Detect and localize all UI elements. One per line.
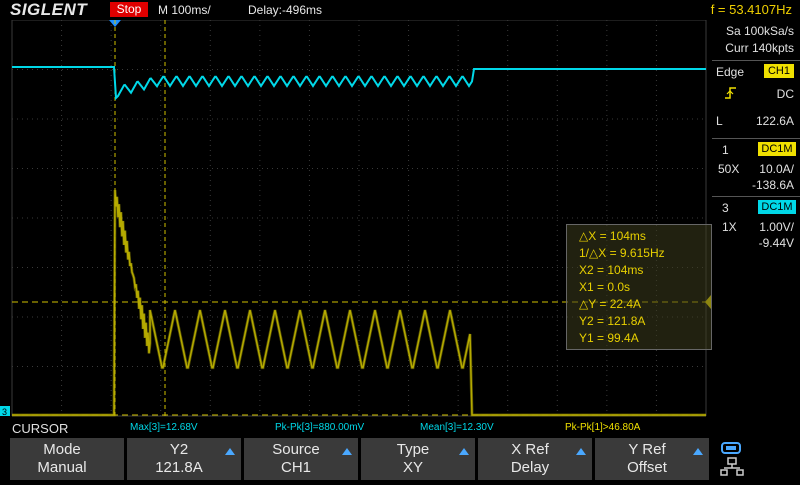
waveform-display[interactable]: 3 (0, 20, 712, 418)
softkey-y-ref[interactable]: Y Ref Offset (595, 438, 712, 480)
adjust-arrow-icon (342, 448, 352, 455)
channel-3-marker-label: 3 (2, 407, 7, 417)
status-icons (716, 440, 796, 480)
brand-logo: SIGLENT (10, 0, 88, 19)
softkey-y2-value: 121.8A (155, 459, 203, 476)
trigger-level: 122.6A (755, 114, 794, 128)
right-info-panel: Sa 100kSa/s Curr 140kpts Edge CH1 DC L 1… (712, 20, 800, 420)
softkey-y-ref-title: Y Ref (628, 441, 666, 458)
adjust-arrow-icon (459, 448, 469, 455)
softkey-type[interactable]: Type XY (361, 438, 478, 480)
softkey-mode-title: Mode (43, 441, 81, 458)
measurement-max-ch3: Max[3]=12.68V (130, 422, 198, 433)
cursor-delta-x: △X = 104ms (579, 229, 646, 243)
rising-edge-icon (725, 87, 736, 99)
channel-3-coupling-badge: DC1M (758, 200, 796, 214)
softkey-mode-value: Manual (37, 459, 87, 476)
channel-1-offset: -138.6A (751, 178, 794, 192)
sample-rate: Sa 100kSa/s (725, 24, 794, 38)
softkey-menu: Mode Manual Y2 121.8A Source CH1 Type XY… (10, 438, 712, 480)
cursor-delta-y: △Y = 22.4A (579, 297, 642, 311)
softkey-source-title: Source (272, 441, 320, 458)
softkey-y2-title: Y2 (169, 441, 189, 458)
adjust-arrow-icon (576, 448, 586, 455)
delay-readout: Delay:-496ms (248, 3, 323, 17)
softkey-x-ref-title: X Ref (511, 441, 549, 458)
trigger-level-label: L (716, 114, 723, 128)
top-status-bar: SIGLENT Stop M 100ms/ Delay:-496ms f = 5… (0, 0, 800, 20)
cursor-readout-panel: △X = 104ms 1/△X = 9.615Hz X2 = 104ms X1 … (566, 224, 712, 350)
trigger-source-badge: CH1 (764, 64, 794, 78)
measurement-bar: Max[3]=12.68V Pk-Pk[3]=880.00mV Mean[3]=… (0, 420, 712, 436)
softkey-x-ref[interactable]: X Ref Delay (478, 438, 595, 480)
softkey-source[interactable]: Source CH1 (244, 438, 361, 480)
memory-depth: Curr 140kpts (725, 41, 794, 55)
channel-1-number: 1 (722, 143, 729, 157)
softkey-y-ref-value: Offset (627, 459, 667, 476)
softkey-y2[interactable]: Y2 121.8A (127, 438, 244, 480)
cursor-x1-value: X1 = 0.0s (579, 280, 631, 294)
measurement-pkpk-ch3: Pk-Pk[3]=880.00mV (275, 422, 365, 433)
run-stop-indicator[interactable]: Stop (110, 2, 148, 17)
usb-device-icon (721, 442, 741, 454)
measurement-pkpk-ch1: Pk-Pk[1]>46.80A (565, 422, 641, 433)
channel-3-number: 3 (722, 201, 729, 215)
softkey-source-value: CH1 (280, 459, 311, 476)
channel-3-probe: 1X (722, 220, 737, 234)
channel-3-trace (12, 66, 706, 101)
adjust-arrow-icon (225, 448, 235, 455)
network-lan-icon (720, 457, 744, 476)
channel-1-probe: 50X (718, 162, 740, 176)
cursor-x2-value: X2 = 104ms (579, 263, 644, 277)
channel-3-scale: 1.00V/ (759, 220, 794, 234)
cursor-y1-value: Y1 = 99.4A (579, 331, 639, 345)
softkey-type-value: XY (402, 459, 423, 476)
frequency-counter: f = 53.4107Hz (710, 2, 792, 17)
trigger-type: Edge (716, 65, 745, 79)
channel-3-offset: -9.44V (758, 236, 794, 250)
measurement-mean-ch3: Mean[3]=12.30V (420, 422, 494, 433)
cursor-y2-value: Y2 = 121.8A (579, 314, 646, 328)
channel-1-scale: 10.0A/ (759, 162, 794, 176)
softkey-type-title: Type (396, 441, 430, 458)
cursor-inverse-delta-x: 1/△X = 9.615Hz (579, 246, 665, 260)
adjust-arrow-icon (693, 448, 703, 455)
timebase-readout: M 100ms/ (158, 3, 211, 17)
channel-1-coupling-badge: DC1M (758, 142, 796, 156)
trigger-coupling: DC (776, 87, 794, 101)
softkey-x-ref-value: Delay (510, 459, 550, 476)
softkey-mode[interactable]: Mode Manual (10, 438, 127, 480)
menu-title: CURSOR (12, 421, 69, 436)
